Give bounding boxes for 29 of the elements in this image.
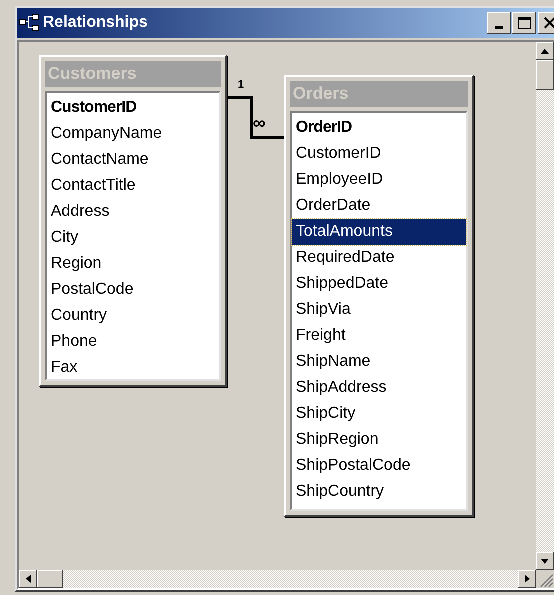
field-item[interactable]: Address	[47, 199, 219, 225]
field-item[interactable]: ContactTitle	[47, 173, 219, 199]
field-item[interactable]: ShipPostalCode	[292, 453, 466, 479]
field-item[interactable]: RequiredDate	[292, 245, 466, 271]
window-title: Relationships	[43, 13, 148, 33]
field-item[interactable]: ShipAddress	[292, 375, 466, 401]
field-item[interactable]: TotalAmounts	[292, 219, 466, 245]
field-item[interactable]: ContactName	[47, 147, 219, 173]
field-item[interactable]: CustomerID	[47, 95, 219, 121]
field-item[interactable]: Region	[47, 251, 219, 277]
field-item[interactable]: ShipCity	[292, 401, 466, 427]
field-item[interactable]: ShippedDate	[292, 271, 466, 297]
field-item[interactable]: ShipName	[292, 349, 466, 375]
field-item[interactable]: Fax	[47, 355, 219, 381]
field-item[interactable]: Freight	[292, 323, 466, 349]
field-item[interactable]: EmployeeID	[292, 167, 466, 193]
field-item[interactable]: City	[47, 225, 219, 251]
field-item[interactable]: PostalCode	[47, 277, 219, 303]
field-item[interactable]: ShipCountry	[292, 479, 466, 505]
one-label: 1	[238, 80, 244, 91]
field-item[interactable]: ShipRegion	[292, 427, 466, 453]
field-item[interactable]: CustomerID	[292, 141, 466, 167]
field-item[interactable]: Country	[47, 303, 219, 329]
many-label: ∞	[253, 114, 266, 132]
field-item[interactable]: OrderID	[292, 115, 466, 141]
field-item[interactable]: Phone	[47, 329, 219, 355]
field-item[interactable]: CompanyName	[47, 121, 219, 147]
field-item[interactable]: ShipVia	[292, 297, 466, 323]
field-item[interactable]: OrderDate	[292, 193, 466, 219]
